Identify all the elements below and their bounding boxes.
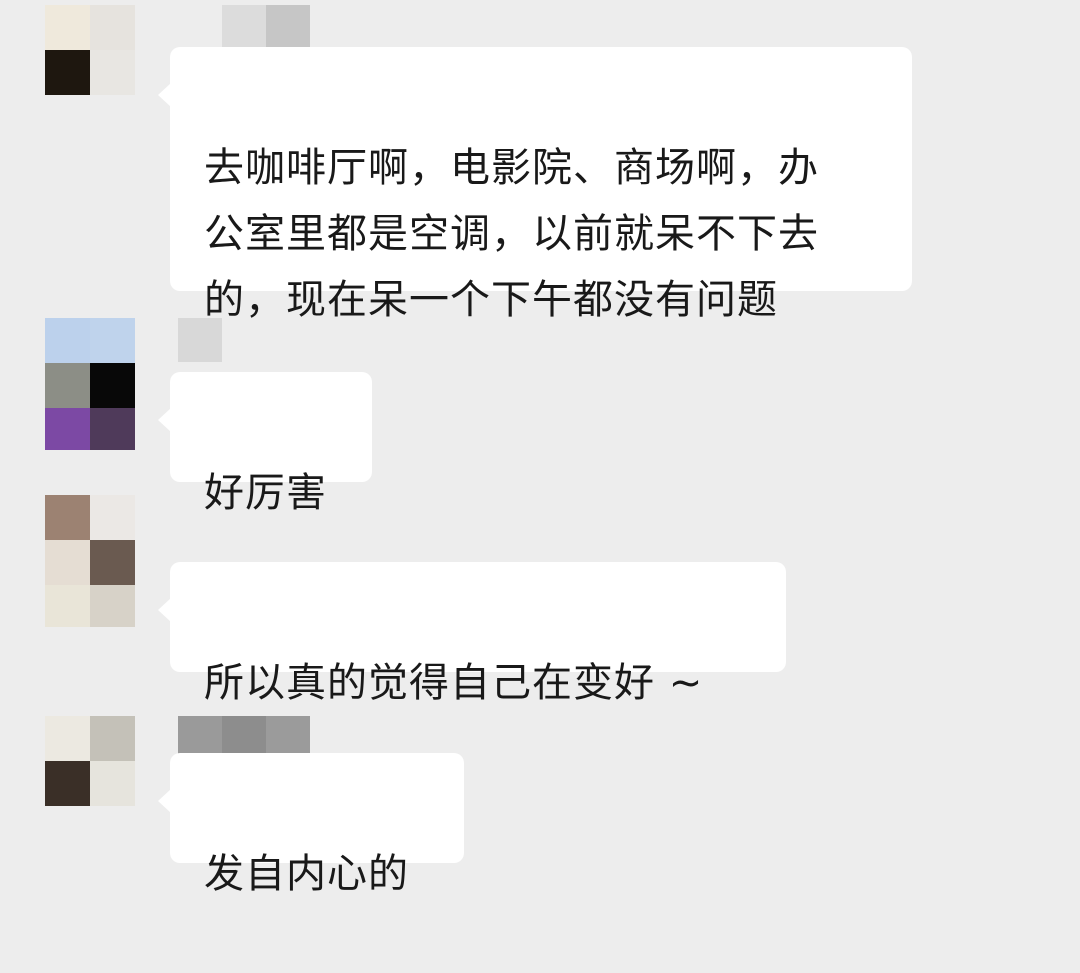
message-text: 去咖啡厅啊，电影院、商场啊，办 公室里都是空调，以前就呆不下去 的，现在呆一个下…	[204, 145, 819, 323]
avatar[interactable]	[45, 318, 135, 450]
chat-message-list[interactable]: 去咖啡厅啊，电影院、商场啊，办 公室里都是空调，以前就呆不下去 的，现在呆一个下…	[0, 0, 1080, 897]
name-mosaic-tile	[178, 318, 222, 362]
message-bubble[interactable]: 发自内心的	[158, 753, 464, 897]
avatar-mosaic-tile	[90, 540, 135, 585]
avatar-mosaic-tile	[45, 408, 90, 450]
avatar-mosaic-tile	[90, 363, 135, 408]
avatar-mosaic-tile	[90, 716, 135, 761]
message-bubble[interactable]: 去咖啡厅啊，电影院、商场啊，办 公室里都是空调，以前就呆不下去 的，现在呆一个下…	[158, 47, 912, 323]
avatar-mosaic-tile	[45, 761, 90, 806]
avatar-mosaic-tile	[45, 716, 90, 761]
avatar[interactable]	[45, 716, 135, 806]
avatar-mosaic-tile	[45, 363, 90, 408]
avatar-mosaic-tile	[90, 495, 135, 540]
sender-name-redacted	[222, 5, 310, 49]
avatar[interactable]	[45, 495, 135, 627]
sender-name-redacted	[178, 318, 222, 362]
avatar[interactable]	[45, 5, 135, 95]
avatar-mosaic-tile	[90, 408, 135, 450]
message-text: 好厉害	[204, 470, 327, 516]
avatar-mosaic-tile	[45, 540, 90, 585]
message-text: 发自内心的	[204, 851, 409, 897]
avatar-mosaic-tile	[45, 585, 90, 627]
avatar-mosaic-tile	[45, 50, 90, 95]
avatar-mosaic-tile	[90, 50, 135, 95]
avatar-mosaic-tile	[45, 5, 90, 50]
avatar-mosaic-tile	[90, 318, 135, 363]
message-bubble[interactable]: 好厉害	[158, 372, 372, 516]
message-text: 所以真的觉得自己在变好 ~	[204, 660, 704, 706]
avatar-mosaic-tile	[45, 318, 90, 363]
name-mosaic-tile	[266, 5, 310, 49]
avatar-mosaic-tile	[90, 5, 135, 50]
avatar-mosaic-tile	[90, 585, 135, 627]
message-bubble[interactable]: 所以真的觉得自己在变好 ~	[158, 562, 786, 706]
avatar-mosaic-tile	[45, 495, 90, 540]
name-mosaic-tile	[222, 5, 266, 49]
avatar-mosaic-tile	[90, 761, 135, 806]
